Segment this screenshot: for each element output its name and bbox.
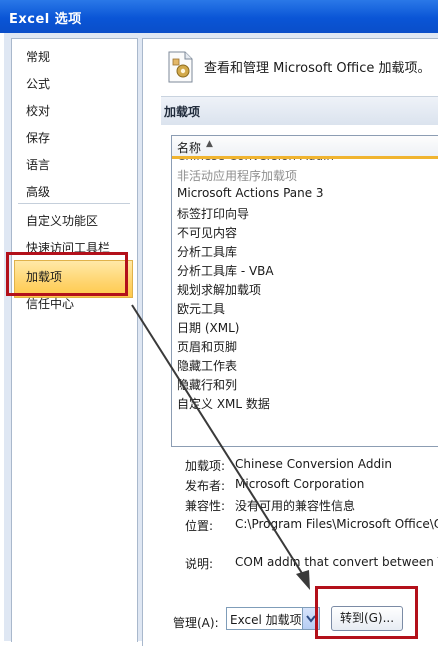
annotation-arrow [131, 304, 310, 590]
